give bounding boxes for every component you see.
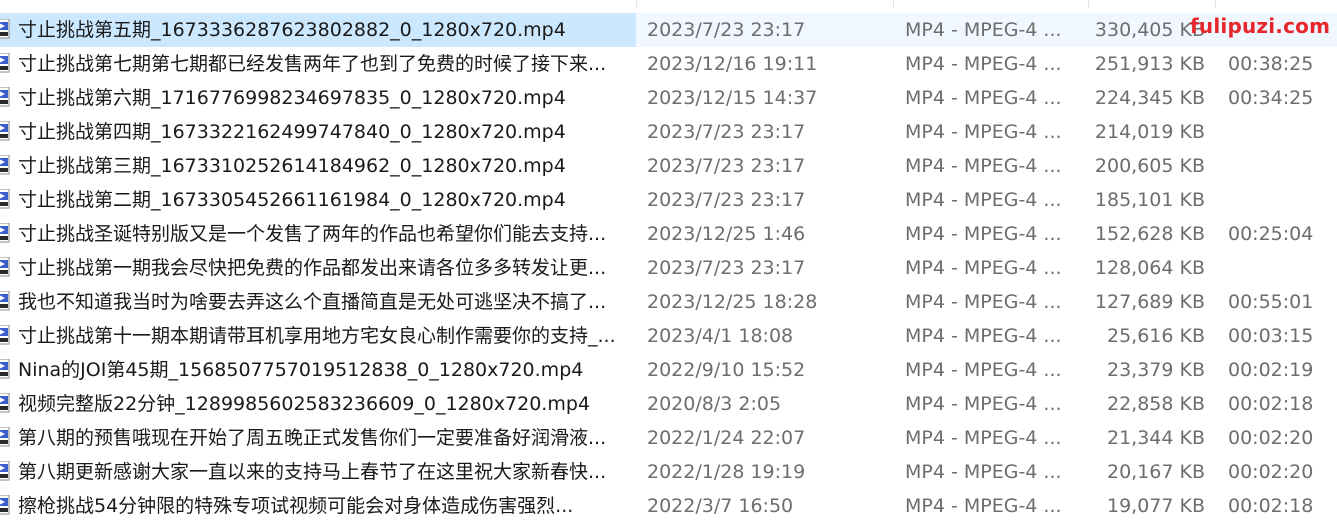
column-divider[interactable]: [1088, 0, 1089, 8]
video-file-icon: [0, 53, 10, 73]
file-name: Nina的JOI第45期_1568507757019512838_0_1280x…: [18, 359, 584, 381]
file-name: 寸止挑战第七期第七期都已经发售两年了也到了免费的时候了接下来...: [18, 53, 607, 75]
file-row[interactable]: 寸止挑战圣诞特别版又是一个发售了两年的作品也希望你们能去支持... 2023/12…: [0, 217, 1337, 251]
file-size: 152,628 KB: [1094, 223, 1205, 245]
file-name: 视频完整版22分钟_1289985602583236609_0_1280x720…: [18, 393, 591, 415]
file-size: 25,616 KB: [1106, 325, 1205, 347]
video-file-icon: [0, 291, 10, 311]
file-date-modified: 2022/9/10 15:52: [647, 359, 806, 381]
file-name: 寸止挑战第十一期本期请带耳机享用地方宅女良心制作需要你的支持_...: [18, 325, 616, 347]
file-row[interactable]: 寸止挑战第七期第七期都已经发售两年了也到了免费的时候了接下来... 2023/12…: [0, 47, 1337, 81]
file-date-modified: 2023/7/23 23:17: [647, 121, 806, 143]
video-file-icon: [0, 393, 10, 413]
file-date-modified: 2023/7/23 23:17: [647, 155, 806, 177]
file-name: 第八期更新感谢大家一直以来的支持马上春节了在这里祝大家新春快...: [18, 461, 607, 483]
column-divider[interactable]: [893, 0, 894, 8]
file-size: 251,913 KB: [1094, 53, 1205, 75]
video-file-icon: [0, 461, 10, 481]
file-row[interactable]: 寸止挑战第五期_1673336287623802882_0_1280x720.m…: [0, 13, 1337, 47]
file-row[interactable]: 寸止挑战第十一期本期请带耳机享用地方宅女良心制作需要你的支持_... 2023/4…: [0, 319, 1337, 353]
video-file-icon: [0, 155, 10, 175]
file-size: 330,405 KB: [1094, 19, 1205, 41]
file-size: 19,077 KB: [1106, 495, 1205, 517]
file-name: 寸止挑战第四期_1673322162499747840_0_1280x720.m…: [18, 121, 566, 143]
video-file-icon: [0, 427, 10, 447]
file-length: 00:02:20: [1228, 427, 1314, 449]
file-date-modified: 2023/4/1 18:08: [647, 325, 794, 347]
file-row[interactable]: 第八期的预售哦现在开始了周五晚正式发售你们一定要准备好润滑液... 2022/1/…: [0, 421, 1337, 455]
file-row[interactable]: 第八期更新感谢大家一直以来的支持马上春节了在这里祝大家新春快... 2022/1/…: [0, 455, 1337, 489]
file-size: 23,379 KB: [1106, 359, 1205, 381]
video-file-icon: [0, 189, 10, 209]
video-file-icon: [0, 325, 10, 345]
file-name: 寸止挑战第一期我会尽快把免费的作品都发出来请各位多多转发让更...: [18, 257, 607, 279]
file-name: 擦枪挑战54分钟限的特殊专项试视频可能会对身体造成伤害强烈...: [18, 495, 574, 517]
file-row[interactable]: 寸止挑战第一期我会尽快把免费的作品都发出来请各位多多转发让更... 2023/7/…: [0, 251, 1337, 285]
file-length: 00:02:18: [1228, 495, 1314, 517]
file-size: 128,064 KB: [1094, 257, 1205, 279]
file-size: 22,858 KB: [1106, 393, 1205, 415]
file-length: [1228, 149, 1333, 183]
file-size: 214,019 KB: [1094, 121, 1205, 143]
file-date-modified: 2022/3/7 16:50: [647, 495, 794, 517]
file-date-modified: 2023/12/15 14:37: [647, 87, 818, 109]
file-name: 寸止挑战第二期_1673305452661161984_0_1280x720.m…: [18, 189, 566, 211]
file-row[interactable]: Nina的JOI第45期_1568507757019512838_0_1280x…: [0, 353, 1337, 387]
file-name: 寸止挑战第三期_1673310252614184962_0_1280x720.m…: [18, 155, 566, 177]
file-length: [1228, 251, 1333, 285]
file-length: 00:25:04: [1228, 223, 1314, 245]
file-date-modified: 2023/7/23 23:17: [647, 19, 806, 41]
file-size: 20,167 KB: [1106, 461, 1205, 483]
video-file-icon: [0, 121, 10, 141]
file-name: 寸止挑战第五期_1673336287623802882_0_1280x720.m…: [18, 19, 566, 41]
file-name: 寸止挑战圣诞特别版又是一个发售了两年的作品也希望你们能去支持...: [18, 223, 607, 245]
file-size: 224,345 KB: [1094, 87, 1205, 109]
video-file-icon: [0, 19, 10, 39]
video-file-icon: [0, 359, 10, 379]
file-date-modified: 2020/8/3 2:05: [647, 393, 782, 415]
file-row[interactable]: 寸止挑战第六期_1716776998234697835_0_1280x720.m…: [0, 81, 1337, 115]
file-length: 00:34:25: [1228, 87, 1314, 109]
video-file-icon: [0, 257, 10, 277]
file-name: 寸止挑战第六期_1716776998234697835_0_1280x720.m…: [18, 87, 566, 109]
file-length: [1228, 115, 1333, 149]
file-size: 21,344 KB: [1106, 427, 1205, 449]
file-date-modified: 2023/7/23 23:17: [647, 257, 806, 279]
file-length: 00:02:20: [1228, 461, 1314, 483]
column-divider[interactable]: [1215, 0, 1216, 8]
file-length: 00:03:15: [1228, 325, 1314, 347]
file-row[interactable]: 擦枪挑战54分钟限的特殊专项试视频可能会对身体造成伤害强烈... 2022/3/7…: [0, 489, 1337, 523]
file-row[interactable]: 寸止挑战第二期_1673305452661161984_0_1280x720.m…: [0, 183, 1337, 217]
file-row[interactable]: 寸止挑战第三期_1673310252614184962_0_1280x720.m…: [0, 149, 1337, 183]
file-date-modified: 2023/12/25 18:28: [647, 291, 818, 313]
watermark: fulipuzi.com: [1190, 14, 1331, 38]
file-length: 00:02:19: [1228, 359, 1314, 381]
video-file-icon: [0, 87, 10, 107]
file-row[interactable]: 我也不知道我当时为啥要去弄这么个直播简直是无处可逃坚决不搞了... 2023/12…: [0, 285, 1337, 319]
video-file-icon: [0, 495, 10, 515]
file-length: [1228, 183, 1333, 217]
file-size: 185,101 KB: [1094, 189, 1205, 211]
file-date-modified: 2023/12/16 19:11: [647, 53, 818, 75]
file-name: 第八期的预售哦现在开始了周五晚正式发售你们一定要准备好润滑液...: [18, 427, 607, 449]
file-length: 00:55:01: [1228, 291, 1314, 313]
file-name: 我也不知道我当时为啥要去弄这么个直播简直是无处可逃坚决不搞了...: [18, 291, 607, 313]
video-file-icon: [0, 223, 10, 243]
file-size: 200,605 KB: [1094, 155, 1205, 177]
file-date-modified: 2023/7/23 23:17: [647, 189, 806, 211]
file-date-modified: 2023/12/25 1:46: [647, 223, 806, 245]
file-length: 00:38:25: [1228, 53, 1314, 75]
file-date-modified: 2022/1/28 19:19: [647, 461, 806, 483]
column-divider[interactable]: [636, 0, 637, 8]
file-row[interactable]: 视频完整版22分钟_1289985602583236609_0_1280x720…: [0, 387, 1337, 421]
file-length: 00:02:18: [1228, 393, 1314, 415]
file-date-modified: 2022/1/24 22:07: [647, 427, 806, 449]
file-row[interactable]: 寸止挑战第四期_1673322162499747840_0_1280x720.m…: [0, 115, 1337, 149]
file-size: 127,689 KB: [1094, 291, 1205, 313]
